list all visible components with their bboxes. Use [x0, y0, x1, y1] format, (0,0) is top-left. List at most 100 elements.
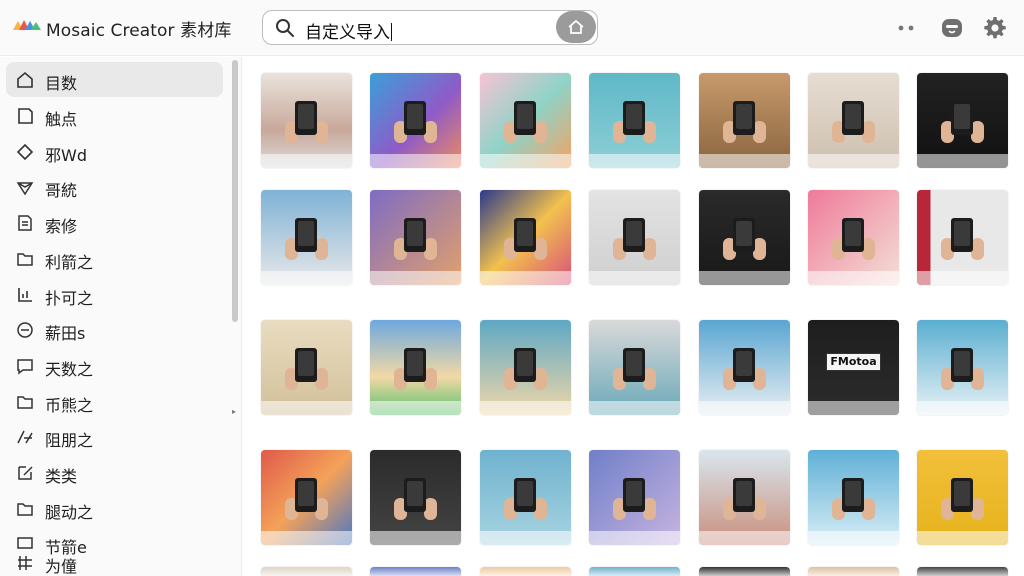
image-thumbnail[interactable]	[480, 73, 571, 168]
thumbnail-floor	[261, 154, 352, 168]
sidebar-item-2[interactable]: 邪Wd	[6, 134, 223, 169]
thumbnail-phone	[733, 348, 755, 382]
image-thumbnail[interactable]	[699, 567, 790, 576]
thumbnail-floor	[808, 271, 899, 285]
face-icon[interactable]	[940, 16, 964, 40]
image-thumbnail[interactable]	[480, 190, 571, 285]
thumbnail-floor	[589, 531, 680, 545]
search-input[interactable]: 自定义导入	[305, 18, 392, 43]
thumbnail-floor	[589, 154, 680, 168]
more-icon[interactable]	[895, 16, 919, 40]
clock-icon	[17, 322, 33, 338]
thumbnail-phone	[842, 218, 864, 252]
image-thumbnail[interactable]	[917, 320, 1008, 415]
sidebar-item-6[interactable]: 扑可之	[6, 277, 223, 312]
image-thumbnail[interactable]	[589, 567, 680, 576]
thumbnail-phone	[623, 101, 645, 135]
image-thumbnail[interactable]	[370, 73, 461, 168]
sidebar-item-9[interactable]: 币熊之	[6, 384, 223, 419]
sidebar-item-10[interactable]: 阻朋之	[6, 419, 223, 454]
thumbnail-phone	[404, 348, 426, 382]
image-thumbnail[interactable]	[370, 190, 461, 285]
thumbnail-floor	[917, 401, 1008, 415]
image-thumbnail[interactable]	[699, 450, 790, 545]
image-thumbnail[interactable]	[589, 190, 680, 285]
thumbnail-floor	[699, 401, 790, 415]
thumbnail-floor	[261, 401, 352, 415]
image-thumbnail[interactable]	[261, 567, 352, 576]
image-thumbnail[interactable]	[480, 450, 571, 545]
image-thumbnail[interactable]	[917, 450, 1008, 545]
thumbnail-phone	[951, 348, 973, 382]
image-thumbnail[interactable]	[370, 450, 461, 545]
sidebar-item-3[interactable]: 哥統	[6, 169, 223, 204]
image-thumbnail[interactable]	[808, 450, 899, 545]
sidebar-item-7[interactable]: 薪田s	[6, 312, 223, 347]
image-thumbnail[interactable]	[261, 73, 352, 168]
folder-icon	[17, 503, 33, 516]
home-button[interactable]	[556, 11, 596, 43]
image-thumbnail[interactable]	[370, 567, 461, 576]
thumbnail-floor	[480, 531, 571, 545]
image-thumbnail[interactable]	[370, 320, 461, 415]
image-thumbnail[interactable]	[917, 73, 1008, 168]
sidebar: 目数 触点 邪Wd 哥統 索修 利箭之 扑可之 薪田s 天数之 币熊之 阻朋之	[0, 57, 242, 576]
sidebar-item-4[interactable]: 索修	[6, 205, 223, 240]
image-thumbnail[interactable]	[808, 567, 899, 576]
thumbnail-floor	[370, 271, 461, 285]
sidebar-item-label: 扑可之	[45, 289, 94, 308]
thumbnail-phone	[295, 101, 317, 135]
image-thumbnail[interactable]	[589, 450, 680, 545]
image-thumbnail[interactable]: FMotoa	[808, 320, 899, 415]
thumbnail-phone	[733, 101, 755, 135]
thumbnail-floor	[589, 271, 680, 285]
search-input-value: 自定义导入	[305, 23, 390, 43]
home-icon	[568, 19, 584, 34]
mosaic-logo-icon	[13, 20, 41, 30]
image-thumbnail[interactable]	[589, 73, 680, 168]
image-thumbnail[interactable]	[699, 190, 790, 285]
thumbnail-phone	[842, 478, 864, 512]
sidebar-scroll-thumb[interactable]	[232, 60, 238, 322]
image-thumbnail[interactable]	[480, 320, 571, 415]
thumbnail-floor	[808, 154, 899, 168]
gear-icon[interactable]	[983, 16, 1007, 40]
folder-icon	[17, 396, 33, 409]
file-icon	[18, 215, 32, 231]
sidebar-item-14b[interactable]: 为僮	[6, 540, 223, 576]
thumbnail-floor	[480, 271, 571, 285]
thumbnail-floor	[370, 531, 461, 545]
image-thumbnail[interactable]	[699, 73, 790, 168]
sidebar-item-0[interactable]: 目数	[6, 62, 223, 97]
image-thumbnail[interactable]	[808, 190, 899, 285]
sidebar-item-label: 币熊之	[45, 396, 94, 415]
sidebar-item-5[interactable]: 利箭之	[6, 241, 223, 276]
thumbnail-phone	[733, 218, 755, 252]
search-icon	[276, 19, 294, 37]
image-thumbnail[interactable]	[917, 190, 1008, 285]
image-thumbnail[interactable]	[261, 190, 352, 285]
thumbnail-phone	[951, 101, 973, 135]
bookmark-icon	[18, 108, 33, 124]
image-thumbnail[interactable]	[480, 567, 571, 576]
image-thumbnail[interactable]	[808, 73, 899, 168]
thumbnail-floor	[370, 154, 461, 168]
thumbnail-floor	[917, 271, 1008, 285]
sidebar-item-11[interactable]: 类类	[6, 455, 223, 490]
image-thumbnail[interactable]	[589, 320, 680, 415]
image-thumbnail[interactable]	[917, 567, 1008, 576]
chat-icon	[17, 359, 33, 375]
sidebar-item-1[interactable]: 触点	[6, 98, 223, 133]
sidebar-item-12[interactable]: 腿动之	[6, 491, 223, 526]
sidebar-item-8[interactable]: 天数之	[6, 348, 223, 383]
chart-icon	[18, 288, 32, 302]
thumbnail-phone	[951, 218, 973, 252]
image-thumbnail[interactable]	[261, 320, 352, 415]
image-thumbnail[interactable]	[699, 320, 790, 415]
image-thumbnail[interactable]	[261, 450, 352, 545]
thumbnail-phone	[514, 218, 536, 252]
folder-icon	[17, 253, 33, 266]
sidebar-item-label: 利箭之	[45, 253, 94, 272]
collapse-arrow-icon[interactable]: ▸	[232, 407, 236, 416]
search-bar[interactable]: 自定义导入	[262, 10, 598, 45]
